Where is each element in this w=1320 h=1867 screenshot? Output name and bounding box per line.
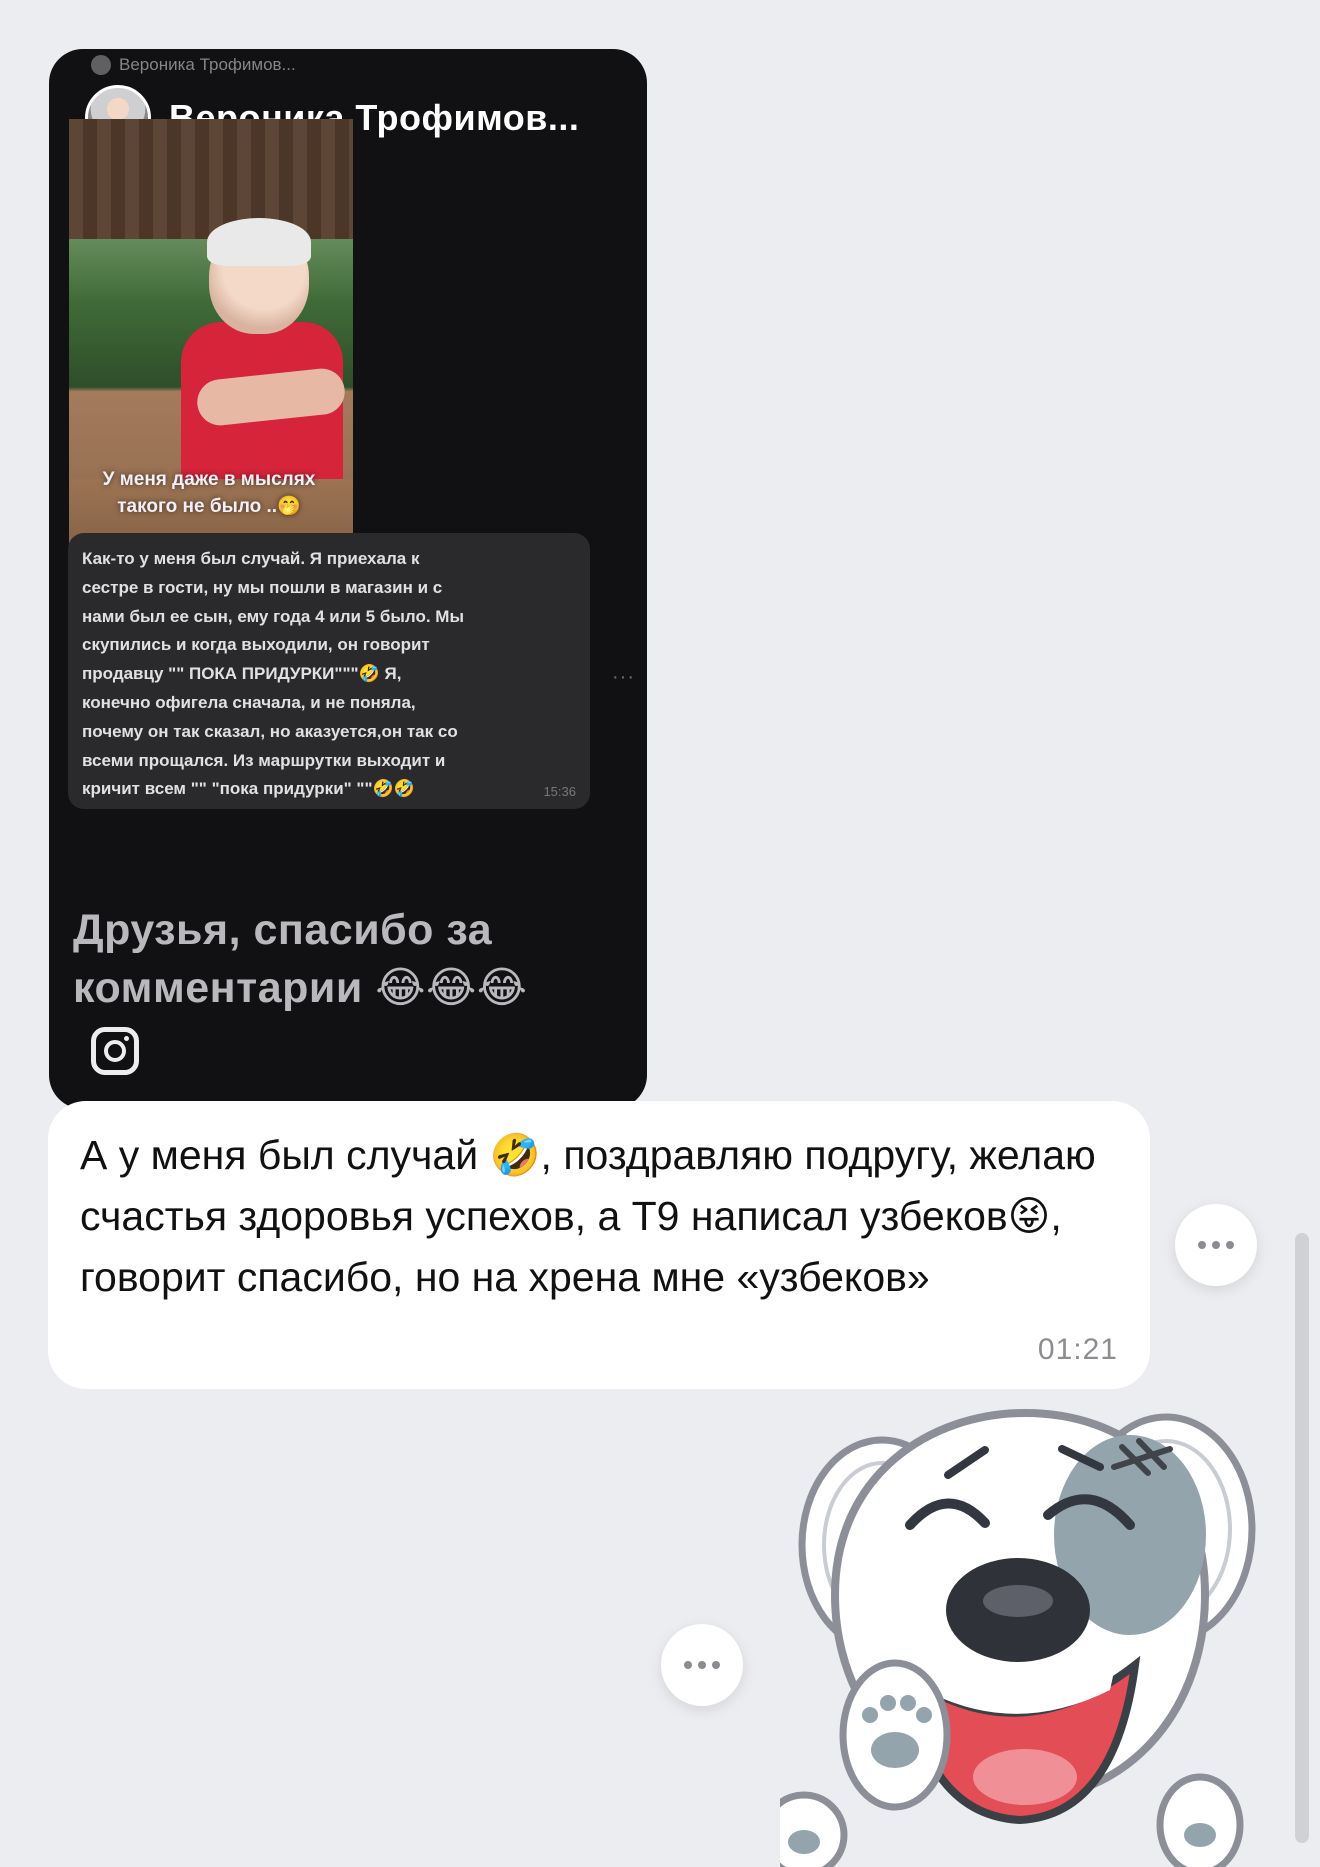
scrollbar[interactable] — [1295, 1233, 1309, 1843]
sticker-dog[interactable] — [780, 1405, 1260, 1867]
dog-left-paw-toe — [880, 1695, 896, 1711]
dog-lower-left-paw-pad — [788, 1830, 820, 1854]
more-dots-icon — [1198, 1241, 1234, 1249]
story-topline-author: Вероника Трофимов... — [119, 55, 296, 74]
message-bubble[interactable]: А у меня был случай 🤣, поздравляю подруг… — [48, 1101, 1150, 1389]
message-time: 01:21 — [1037, 1333, 1118, 1366]
story-photo: У меня даже в мыслях такого не было ..🤭 — [69, 119, 353, 581]
dog-tongue — [973, 1749, 1077, 1805]
comment-time: 15:36 — [543, 784, 576, 799]
comment-bubble: Как-то у меня был случай. Я приехала к с… — [68, 533, 590, 809]
story-attachment[interactable]: Вероника Трофимов... Вероника Трофимов..… — [49, 49, 647, 1109]
dog-left-paw-toe — [916, 1707, 932, 1723]
instagram-icon — [91, 1027, 139, 1075]
photo-person-hair — [207, 218, 311, 266]
photo-roof — [69, 119, 353, 239]
avatar-small — [91, 55, 111, 75]
story-bottom-title: Друзья, спасибо за комментарии 😂😂😂 — [73, 906, 528, 1012]
sticker-more-button[interactable] — [661, 1624, 743, 1706]
dog-left-paw-pad — [871, 1732, 919, 1768]
story-topline: Вероника Трофимов... — [91, 55, 296, 75]
dog-lower-left-paw — [780, 1791, 848, 1867]
comment-text: Как-то у меня был случай. Я приехала к с… — [82, 549, 464, 799]
photo-caption: У меня даже в мыслях такого не было ..🤭 — [102, 469, 316, 517]
message-more-button[interactable] — [1175, 1204, 1257, 1286]
more-dots-icon — [684, 1661, 720, 1669]
dog-left-paw-toe — [900, 1695, 916, 1711]
dog-right-paw — [1156, 1773, 1244, 1867]
comment-more-icon: ··· — [612, 666, 635, 688]
dog-nose-shine — [983, 1585, 1053, 1617]
message-text: А у меня был случай 🤣, поздравляю подруг… — [80, 1132, 1096, 1300]
dog-right-paw-pad — [1184, 1823, 1216, 1847]
dog-left-paw-toe — [862, 1707, 878, 1723]
